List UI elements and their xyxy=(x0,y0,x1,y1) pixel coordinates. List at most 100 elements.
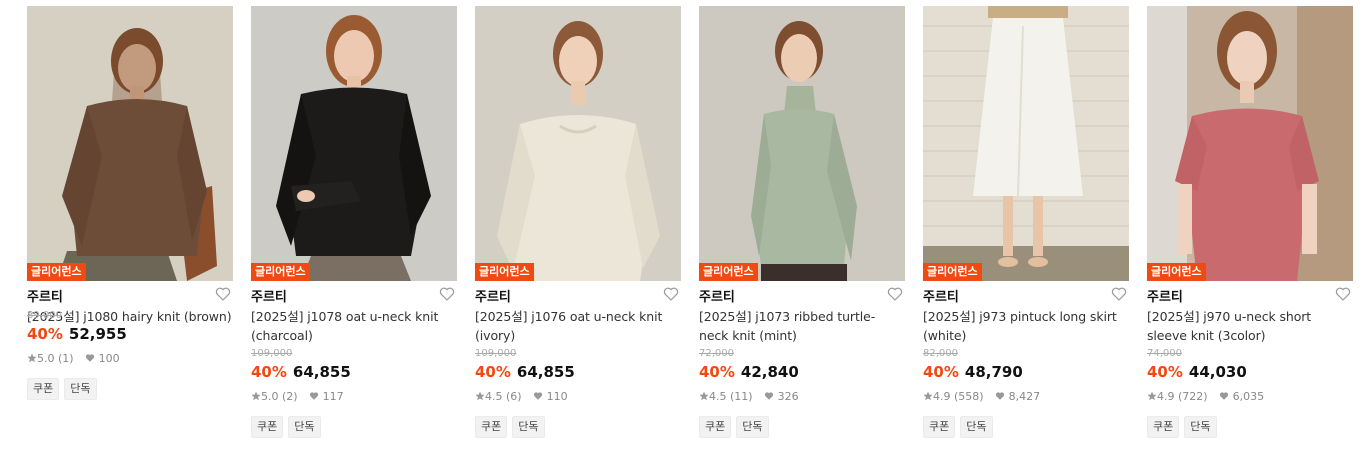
product-photo xyxy=(923,6,1129,281)
product-card[interactable]: 글리어런스 주르티 [2025설] j1080 hairy knit (brow… xyxy=(27,6,233,456)
brand-name[interactable]: 주르티 xyxy=(251,286,287,305)
product-title-line1: [2025설] j973 pintuck long skirt xyxy=(923,309,1117,324)
tag-list: 쿠폰 단독 xyxy=(699,415,905,438)
heart-small-icon xyxy=(995,392,1005,400)
product-title[interactable]: [2025설] j1076 oat u-neck knit (ivory) xyxy=(475,307,681,345)
sale-price: 64,855 xyxy=(292,363,351,381)
product-grid: 글리어런스 주르티 [2025설] j1080 hairy knit (brow… xyxy=(0,0,1364,459)
product-title-line2: (white) xyxy=(923,328,967,343)
product-title-line2: neck knit (mint) xyxy=(699,328,797,343)
rating: 4.9 (558) xyxy=(933,390,984,403)
like-count: 110 xyxy=(546,390,568,403)
product-title[interactable]: [2025설] j1073 ribbed turtle- neck knit (… xyxy=(699,307,905,345)
sale-price: 64,855 xyxy=(516,363,575,381)
product-image[interactable]: 글리어런스 xyxy=(1147,6,1353,281)
brand-name[interactable]: 주르티 xyxy=(475,286,511,305)
brand-name[interactable]: 주르티 xyxy=(923,286,959,305)
exclusive-tag: 단독 xyxy=(512,416,545,438)
clearance-badge: 글리어런스 xyxy=(923,263,982,281)
heart-icon[interactable] xyxy=(887,286,903,302)
product-photo xyxy=(699,6,905,281)
star-icon xyxy=(251,391,261,401)
discount-rate: 40% xyxy=(475,363,511,381)
product-image[interactable]: 글리어런스 xyxy=(923,6,1129,281)
coupon-tag: 쿠폰 xyxy=(475,416,508,438)
sale-price: 44,030 xyxy=(1188,363,1247,381)
star-icon xyxy=(27,353,37,363)
coupon-tag: 쿠폰 xyxy=(27,378,60,400)
brand-name[interactable]: 주르티 xyxy=(1147,286,1183,305)
product-card[interactable]: 글리어런스 주르티 [2025설] j973 pintuck long skir… xyxy=(923,6,1129,456)
like-count: 100 xyxy=(98,352,120,365)
sale-price: 52,955 xyxy=(68,325,127,343)
exclusive-tag: 단독 xyxy=(736,416,769,438)
product-card[interactable]: 글리어런스 주르티 [2025설] j1076 oat u-neck knit … xyxy=(475,6,681,456)
like-count: 326 xyxy=(777,390,799,403)
sale-price: 48,790 xyxy=(964,363,1023,381)
product-title-line1: [2025설] j1078 oat u-neck knit xyxy=(251,309,439,324)
heart-icon[interactable] xyxy=(663,286,679,302)
product-stats: 4.5 (11) 326 xyxy=(699,390,905,404)
exclusive-tag: 단독 xyxy=(64,378,97,400)
product-stats: 4.9 (722) 6,035 xyxy=(1147,390,1353,404)
like-count: 6,035 xyxy=(1232,390,1265,403)
discount-rate: 40% xyxy=(923,363,959,381)
exclusive-tag: 단독 xyxy=(1184,416,1217,438)
discount-rate: 40% xyxy=(27,325,63,343)
heart-icon[interactable] xyxy=(1111,286,1127,302)
product-card[interactable]: 글리어런스 주르티 [2025설] j1078 oat u-neck knit … xyxy=(251,6,457,456)
product-stats: 5.0 (2) 117 xyxy=(251,390,457,404)
original-price: 109,000 xyxy=(251,348,293,359)
product-title[interactable]: [2025설] j973 pintuck long skirt (white) xyxy=(923,307,1129,345)
sale-price: 42,840 xyxy=(740,363,799,381)
product-title-line2: (charcoal) xyxy=(251,328,313,343)
tag-list: 쿠폰 단독 xyxy=(923,415,1129,438)
rating: 5.0 (2) xyxy=(261,390,298,403)
like-count: 117 xyxy=(322,390,344,403)
clearance-badge: 글리어런스 xyxy=(27,263,86,281)
original-price: 74,000 xyxy=(1147,348,1182,359)
coupon-tag: 쿠폰 xyxy=(1147,416,1180,438)
product-title[interactable]: [2025설] j970 u-neck short sleeve knit (3… xyxy=(1147,307,1353,345)
star-icon xyxy=(699,391,709,401)
product-photo xyxy=(27,6,233,281)
heart-icon[interactable] xyxy=(215,286,231,302)
heart-small-icon xyxy=(533,392,543,400)
product-stats: 4.5 (6) 110 xyxy=(475,390,681,404)
rating: 4.9 (722) xyxy=(1157,390,1208,403)
heart-small-icon xyxy=(1219,392,1229,400)
product-title-line1: [2025설] j1073 ribbed turtle- xyxy=(699,309,876,324)
heart-small-icon xyxy=(309,392,319,400)
original-price: 82,000 xyxy=(923,348,958,359)
product-image[interactable]: 글리어런스 xyxy=(27,6,233,281)
rating: 4.5 (6) xyxy=(485,390,522,403)
brand-name[interactable]: 주르티 xyxy=(699,286,735,305)
heart-icon[interactable] xyxy=(1335,286,1351,302)
discount-rate: 40% xyxy=(251,363,287,381)
product-card[interactable]: 글리어런스 주르티 [2025설] j970 u-neck short slee… xyxy=(1147,6,1353,456)
product-image[interactable]: 글리어런스 xyxy=(475,6,681,281)
product-title-line2: sleeve knit (3color) xyxy=(1147,328,1266,343)
heart-small-icon xyxy=(764,392,774,400)
tag-list: 쿠폰 단독 xyxy=(1147,415,1353,438)
coupon-tag: 쿠폰 xyxy=(251,416,284,438)
product-card[interactable]: 글리어런스 주르티 [2025설] j1073 ribbed turtle- n… xyxy=(699,6,905,456)
tag-list: 쿠폰 단독 xyxy=(251,415,457,438)
product-stats: 4.9 (558) 8,427 xyxy=(923,390,1129,404)
discount-rate: 40% xyxy=(699,363,735,381)
brand-name[interactable]: 주르티 xyxy=(27,286,63,305)
product-title-line2: (ivory) xyxy=(475,328,516,343)
product-image[interactable]: 글리어런스 xyxy=(251,6,457,281)
product-image[interactable]: 글리어런스 xyxy=(699,6,905,281)
original-price: 72,000 xyxy=(699,348,734,359)
coupon-tag: 쿠폰 xyxy=(923,416,956,438)
clearance-badge: 글리어런스 xyxy=(475,263,534,281)
rating: 5.0 (1) xyxy=(37,352,74,365)
tag-list: 쿠폰 단독 xyxy=(475,415,681,438)
exclusive-tag: 단독 xyxy=(960,416,993,438)
star-icon xyxy=(475,391,485,401)
exclusive-tag: 단독 xyxy=(288,416,321,438)
heart-icon[interactable] xyxy=(439,286,455,302)
product-title[interactable]: [2025설] j1078 oat u-neck knit (charcoal) xyxy=(251,307,457,345)
coupon-tag: 쿠폰 xyxy=(699,416,732,438)
